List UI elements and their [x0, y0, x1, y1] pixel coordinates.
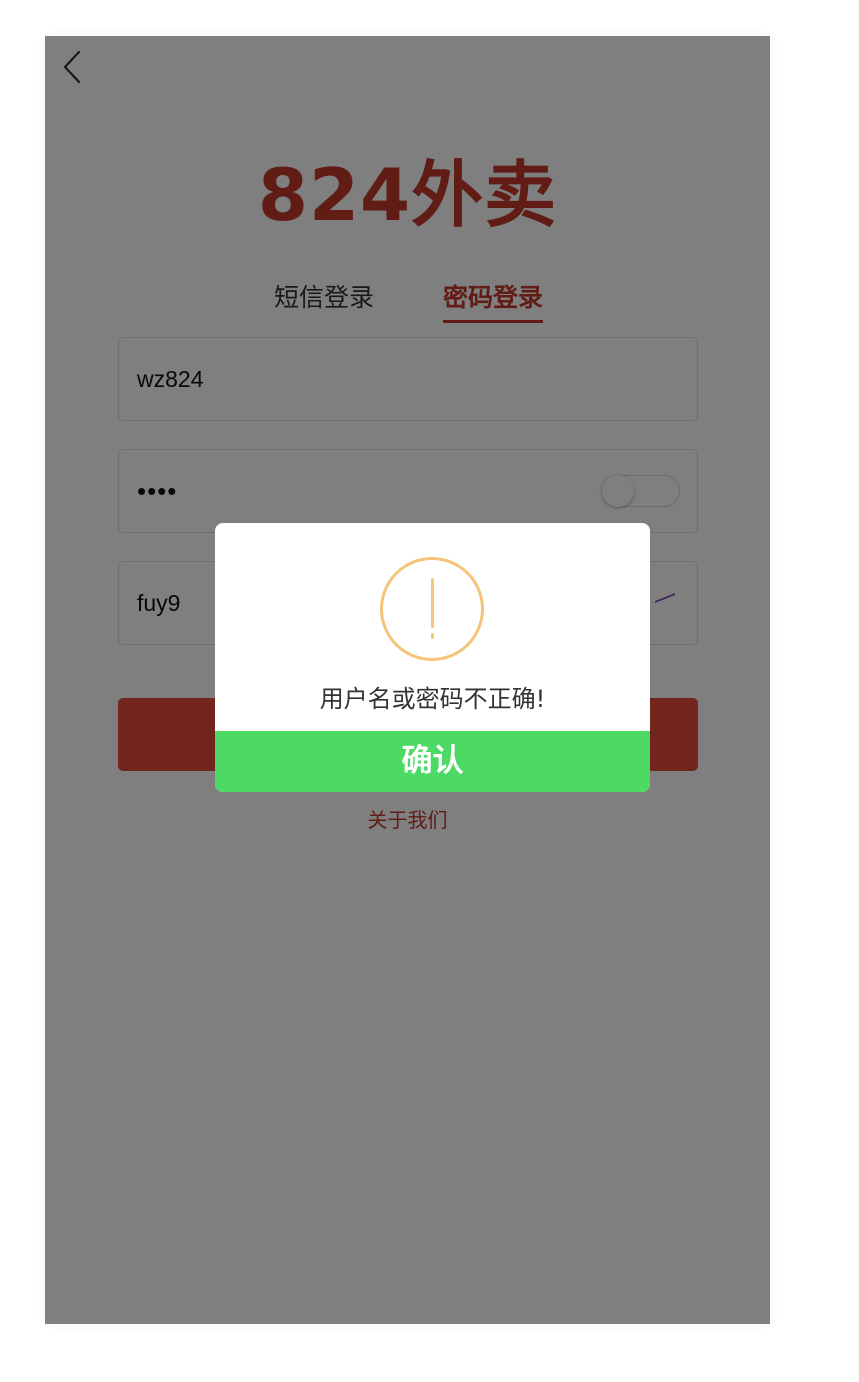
phone-frame: 824外卖 短信登录 密码登录 wz824 •••• fuy9 登录 关于我们 …	[45, 36, 770, 1324]
error-dialog: 用户名或密码不正确! 确认	[215, 523, 650, 792]
dialog-message: 用户名或密码不正确!	[319, 685, 546, 713]
warning-icon-dot	[431, 633, 434, 639]
confirm-button[interactable]: 确认	[215, 731, 650, 792]
warning-icon	[380, 557, 484, 661]
warning-icon-bar	[431, 578, 434, 628]
